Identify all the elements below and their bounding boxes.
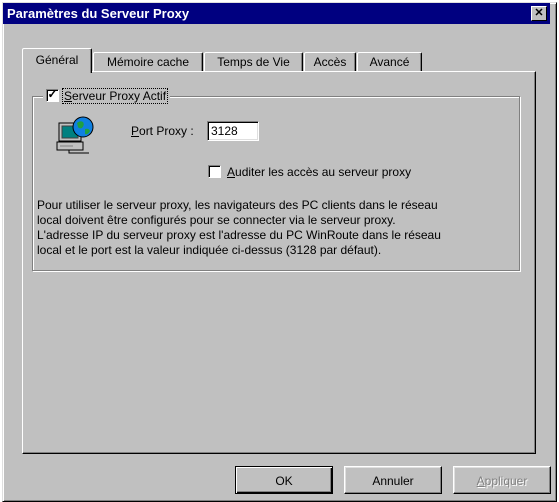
tab-panel-general — [22, 71, 536, 454]
tab-advanced-label: Avancé — [369, 55, 410, 69]
close-icon: ✕ — [534, 7, 544, 19]
tab-access-label: Accès — [313, 55, 347, 69]
tab-general-label: Général — [35, 53, 79, 67]
tab-advanced[interactable]: Avancé — [357, 52, 422, 72]
tab-lifetime[interactable]: Temps de Vie — [204, 52, 303, 72]
tab-lifetime-label: Temps de Vie — [217, 55, 290, 69]
tab-access[interactable]: Accès — [304, 52, 356, 72]
apply-button[interactable]: Appliquer — [453, 466, 551, 494]
apply-mnemonic: A — [476, 474, 485, 488]
ok-button-label: OK — [275, 474, 293, 488]
cancel-button[interactable]: Annuler — [344, 466, 442, 494]
title-bar[interactable]: Paramètres du Serveur Proxy ✕ — [3, 3, 550, 24]
window-title: Paramètres du Serveur Proxy — [7, 6, 190, 21]
close-button[interactable]: ✕ — [531, 6, 547, 21]
tab-cache-memory[interactable]: Mémoire cache — [93, 52, 203, 72]
cancel-button-label: Annuler — [372, 474, 414, 488]
tab-general[interactable]: Général — [22, 48, 92, 73]
apply-button-label: ppliquer — [484, 474, 528, 488]
ok-button[interactable]: OK — [235, 466, 333, 494]
tab-cache-memory-label: Mémoire cache — [106, 55, 190, 69]
